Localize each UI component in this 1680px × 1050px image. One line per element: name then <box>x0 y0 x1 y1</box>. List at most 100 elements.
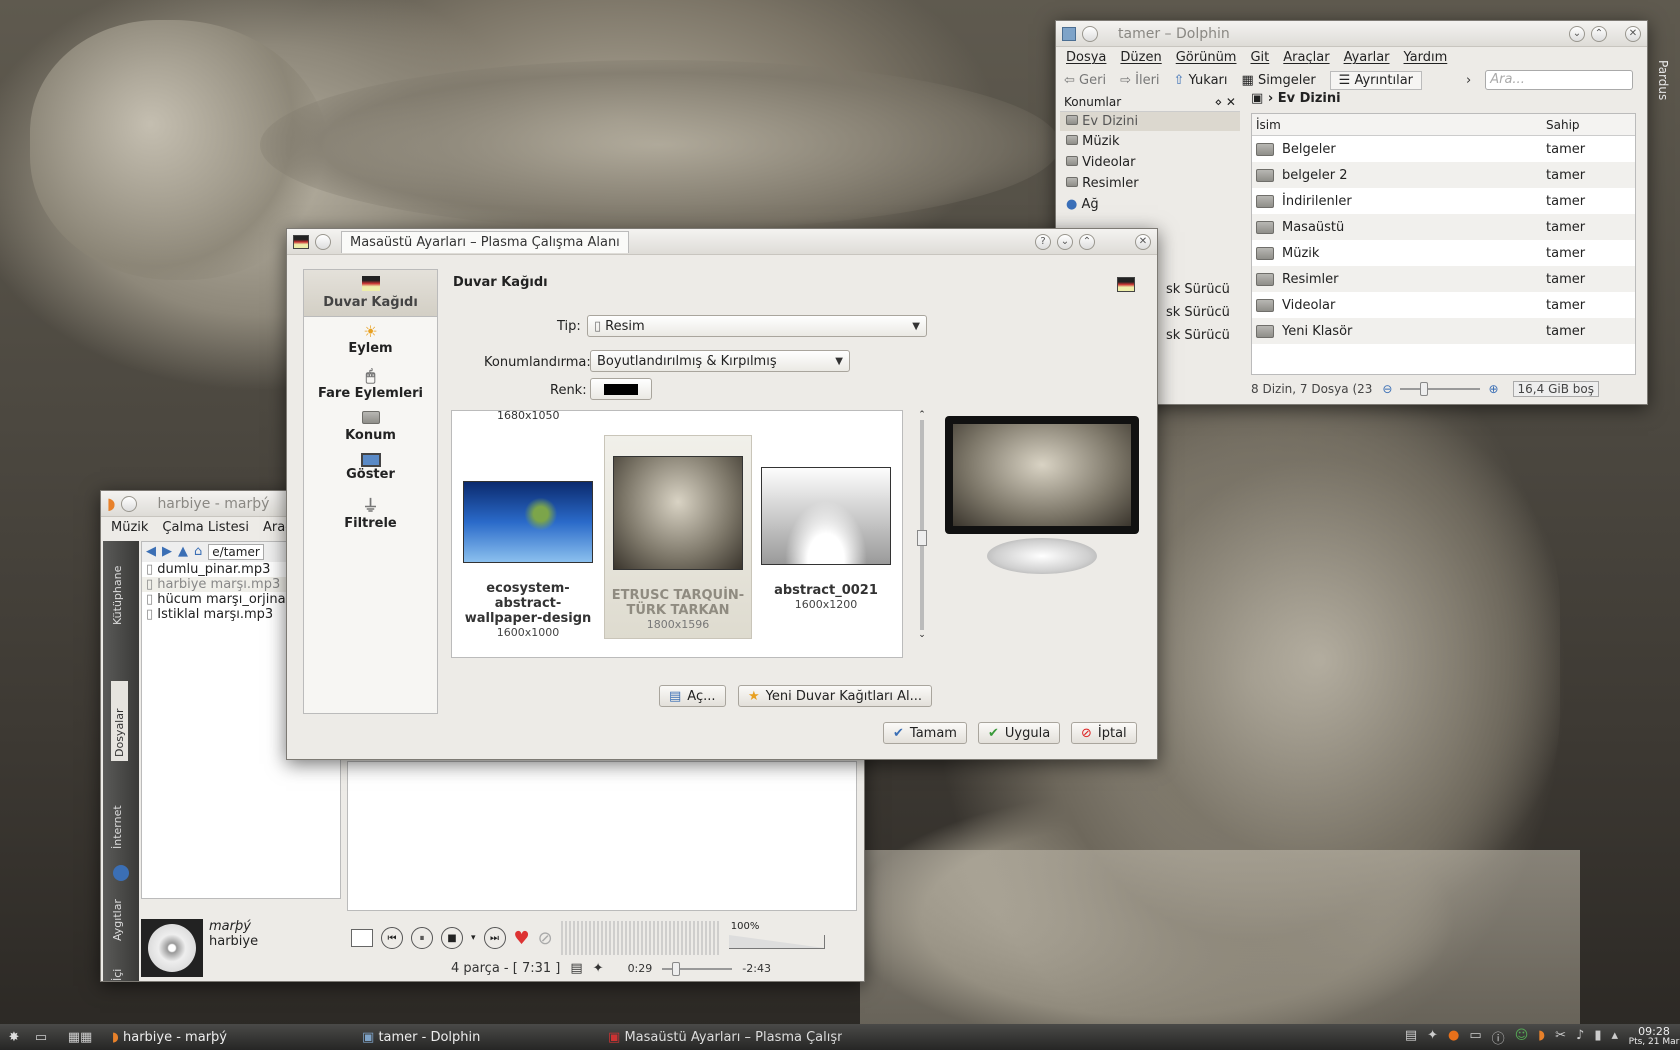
close-icon[interactable]: ✕ <box>1135 233 1151 250</box>
column-owner[interactable]: Sahip <box>1546 118 1580 132</box>
sidebar-item-konum[interactable]: Konum <box>304 406 437 448</box>
firefox-icon[interactable]: ● <box>1448 1028 1459 1047</box>
path-input[interactable]: e/tamer <box>208 544 264 560</box>
stop-icon[interactable]: ■ <box>441 927 463 949</box>
home-icon[interactable]: ⌂ <box>194 544 202 560</box>
next-icon[interactable]: ⏭ <box>483 927 506 949</box>
seek-slider[interactable] <box>662 961 733 976</box>
dolphin-menu-button[interactable] <box>1082 25 1098 42</box>
folder-icon[interactable]: ▭ <box>1469 1028 1481 1047</box>
places-item[interactable]: sk Sürücü <box>1160 302 1236 323</box>
show-desktop-icon[interactable]: ▭ <box>28 1030 54 1045</box>
icons-view-button[interactable]: ▦ Simgeler <box>1242 73 1316 88</box>
maximize-icon[interactable]: ⌃ <box>1079 233 1095 250</box>
cancel-button[interactable]: ⊘ İptal <box>1071 722 1137 744</box>
menu-yardim[interactable]: Yardım <box>1404 50 1448 65</box>
wallpaper-item[interactable]: ecosystem-abstract-wallpaper-design 1600… <box>460 431 596 639</box>
search-input[interactable]: Ara... <box>1485 70 1634 90</box>
menu-duzen[interactable]: Düzen <box>1120 50 1161 65</box>
menu-muzik[interactable]: Müzik <box>111 520 148 535</box>
open-button[interactable]: ▤ Aç... <box>659 685 726 707</box>
chevron-right-icon[interactable]: › <box>1466 73 1471 88</box>
dialog-menu-button[interactable] <box>315 233 331 250</box>
sidebar-item-wallpaper[interactable]: Duvar Kağıdı <box>304 270 437 317</box>
get-new-wallpapers-button[interactable]: ★ Yeni Duvar Kağıtları Al... <box>738 685 933 707</box>
zoom-out-icon[interactable]: ⊖ <box>1382 382 1392 396</box>
scissors-icon[interactable]: ✂ <box>1555 1028 1566 1047</box>
places-item[interactable]: Videolar <box>1060 152 1240 173</box>
pager-icon[interactable]: ▦▦ <box>54 1030 106 1045</box>
table-row[interactable]: Resimler tamer <box>1252 266 1635 292</box>
chevron-down-icon[interactable]: ▾ <box>471 933 476 943</box>
position-select[interactable]: Boyutlandırılmış & Kırpılmış ▼ <box>590 350 850 372</box>
task-desktop-settings[interactable]: ▣ Masaüstü Ayarları – Plasma Çalışm <box>602 1030 842 1045</box>
menu-gorunum[interactable]: Görünüm <box>1176 50 1237 65</box>
table-row[interactable]: Müzik tamer <box>1252 240 1635 266</box>
sidebar-item-filtrele[interactable]: ⏚ Filtrele <box>304 487 437 536</box>
kickoff-icon[interactable]: ✸ <box>0 1030 28 1045</box>
zoom-slider[interactable] <box>1400 382 1481 396</box>
details-view-button[interactable]: ☰ Ayrıntılar <box>1329 70 1423 90</box>
menu-calma-listesi[interactable]: Çalma Listesi <box>162 520 249 535</box>
task-amarok[interactable]: ◗ harbiye - marþý <box>106 1030 356 1045</box>
zoom-in-icon[interactable]: ⊕ <box>1488 382 1498 396</box>
menu-araclar[interactable]: Araçlar <box>1283 50 1329 65</box>
column-name[interactable]: İsim <box>1256 118 1546 132</box>
tab-dosyalar[interactable]: Dosyalar <box>111 681 128 761</box>
table-row[interactable]: Belgeler tamer <box>1252 136 1635 162</box>
arrow-up-icon[interactable]: ▲ <box>178 544 188 560</box>
arrow-left-icon[interactable]: ◀ <box>146 544 156 560</box>
places-item[interactable]: sk Sürücü <box>1160 279 1236 300</box>
menu-dosya[interactable]: Dosya <box>1066 50 1106 65</box>
places-item[interactable]: Müzik <box>1060 131 1240 152</box>
places-item[interactable]: ● Ağ <box>1060 194 1240 215</box>
table-row[interactable]: Videolar tamer <box>1252 292 1635 318</box>
volume-icon[interactable]: ♪ <box>1576 1028 1584 1047</box>
task-dolphin[interactable]: ▣ tamer - Dolphin <box>356 1030 602 1045</box>
amarok-tray-icon[interactable]: ◗ <box>1538 1028 1545 1047</box>
previous-icon[interactable]: ⏮ <box>381 927 403 949</box>
places-item[interactable]: Ev Dizini <box>1060 112 1240 131</box>
sidebar-item-goster[interactable]: Göster <box>304 448 437 487</box>
ban-icon[interactable]: ⊘ <box>538 928 553 949</box>
sidebar-item-fare-eylemleri[interactable]: 🖱 Fare Eylemleri <box>304 361 437 406</box>
chevron-down-icon[interactable]: ⌄ <box>915 630 929 640</box>
settings-icon[interactable]: ✦ <box>593 961 604 976</box>
close-icon[interactable]: ✕ <box>1625 25 1641 42</box>
playlist-icon[interactable] <box>351 929 373 947</box>
pause-icon[interactable]: ⏸ <box>411 927 433 949</box>
menu-ayarlar[interactable]: Ayarlar <box>1344 50 1390 65</box>
menu-git[interactable]: Git <box>1250 50 1269 65</box>
amarok-menu-button[interactable] <box>121 495 138 512</box>
grid-scrollbar[interactable]: ⌃ ⌄ <box>915 410 929 658</box>
table-row[interactable]: Masaüstü tamer <box>1252 214 1635 240</box>
tab-aygitlar[interactable]: Aygıtlar <box>111 881 124 941</box>
back-button[interactable]: ⇦ Geri <box>1064 73 1106 88</box>
maximize-icon[interactable]: ⌃ <box>1591 25 1607 42</box>
dialog-titlebar[interactable]: Masaüstü Ayarları – Plasma Çalışma Alanı… <box>287 229 1157 255</box>
chevron-up-icon[interactable]: ⌃ <box>915 410 929 420</box>
wallpaper-item-selected[interactable]: ETRUSC TARQUİN-TÜRK TARKAN 1800x1596 <box>604 435 752 639</box>
clock[interactable]: 09:28 Pts, 21 Mar <box>1628 1026 1680 1048</box>
table-row[interactable]: Yeni Klasör tamer <box>1252 318 1635 344</box>
table-row[interactable]: belgeler 2 tamer <box>1252 162 1635 188</box>
info-icon[interactable]: ⓘ <box>1492 1028 1505 1047</box>
love-icon[interactable]: ♥ <box>514 928 530 949</box>
places-item[interactable]: Resimler <box>1060 173 1240 194</box>
tab-internet[interactable]: İnternet <box>111 779 124 849</box>
users-icon[interactable]: ☺ <box>1515 1028 1529 1047</box>
arrow-right-icon[interactable]: ▶ <box>162 544 172 560</box>
gear-icon[interactable]: ✦ <box>1427 1028 1438 1047</box>
network-icon[interactable]: ▤ <box>1405 1028 1417 1047</box>
minimize-icon[interactable]: ⌄ <box>1057 233 1073 250</box>
apply-button[interactable]: ✔ Uygula <box>978 722 1061 744</box>
tab-kutuphane[interactable]: Kütüphane <box>111 555 124 625</box>
color-button[interactable] <box>590 378 652 400</box>
places-item[interactable]: sk Sürücü <box>1160 325 1236 346</box>
ok-button[interactable]: ✔ Tamam <box>883 722 967 744</box>
volume-slider[interactable]: 100% <box>728 921 827 955</box>
breadcrumb[interactable]: ▣ › Ev Dizini <box>1251 91 1341 106</box>
sidebar-item-eylem[interactable]: ☀ Eylem <box>304 317 437 361</box>
table-row[interactable]: İndirilenler tamer <box>1252 188 1635 214</box>
battery-icon[interactable]: ▮ <box>1594 1028 1601 1047</box>
